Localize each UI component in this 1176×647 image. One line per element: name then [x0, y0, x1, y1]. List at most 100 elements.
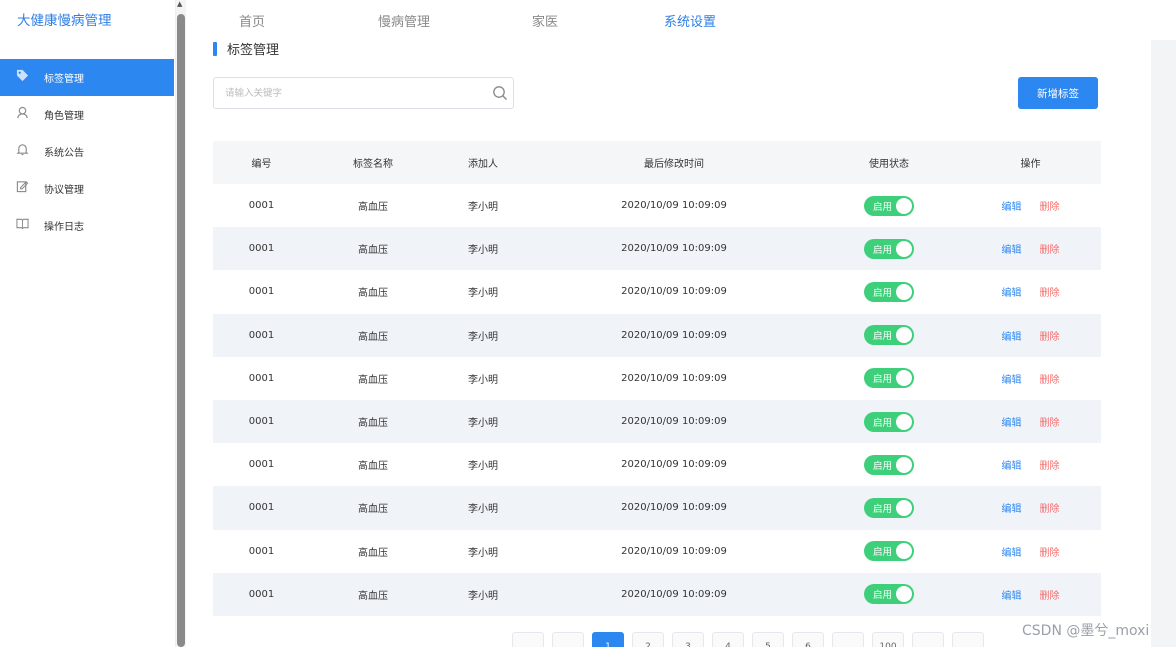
sidebar-item-tag-management[interactable]: 标签管理	[0, 59, 174, 96]
cell-modified-time: 2020/10/09 10:09:09	[621, 286, 727, 298]
edit-link[interactable]: 编辑	[1002, 418, 1022, 429]
cell-actions: 编辑 删除	[960, 184, 1101, 227]
delete-link[interactable]: 删除	[1040, 504, 1060, 515]
search-input[interactable]	[225, 78, 485, 108]
status-toggle[interactable]: 启用	[864, 584, 914, 605]
cell-actions: 编辑 删除	[960, 443, 1101, 486]
toggle-label: 启用	[873, 287, 893, 299]
page-title-text: 标签管理	[227, 43, 280, 58]
cell-status: 启用	[818, 573, 960, 616]
edit-link[interactable]: 编辑	[1002, 548, 1022, 559]
delete-link[interactable]: 删除	[1040, 418, 1060, 429]
delete-link[interactable]: 删除	[1040, 591, 1060, 602]
sidebar-item-role-management[interactable]: 角色管理	[0, 96, 174, 133]
cell-id: 0001	[248, 416, 275, 428]
scroll-up-arrow-icon[interactable]: ▲	[177, 0, 182, 8]
delete-link[interactable]: 删除	[1040, 332, 1060, 343]
status-toggle[interactable]: 启用	[864, 195, 914, 216]
pagination-button[interactable]: 1	[592, 632, 624, 647]
cell-actions: 编辑 删除	[960, 227, 1101, 270]
edit-link[interactable]: 编辑	[1002, 504, 1022, 515]
search-icon[interactable]	[492, 85, 508, 101]
toggle-label: 启用	[873, 590, 893, 602]
status-toggle[interactable]: 启用	[864, 497, 914, 518]
table-body: 0001 高血压 李小明 2020/10/09 10:09:09 启用 编辑 删除 0001 高…	[213, 184, 1101, 616]
tab-chronic-disease[interactable]: 慢病管理	[378, 11, 430, 30]
sidebar-scrollbar[interactable]: ▲	[176, 0, 186, 647]
cell-actions: 编辑 删除	[960, 486, 1101, 529]
column-header: 操作	[1020, 159, 1041, 170]
pagination-button[interactable]: 6	[792, 632, 824, 647]
cell-id: 0001	[248, 545, 275, 557]
search-box	[213, 77, 514, 109]
status-toggle[interactable]: 启用	[864, 454, 914, 475]
cell-tag-name: 高血压	[358, 331, 388, 343]
cell-modified-time: 2020/10/09 10:09:09	[621, 243, 727, 255]
cell-modified-time: 2020/10/09 10:09:09	[621, 416, 727, 428]
delete-link[interactable]: 删除	[1040, 461, 1060, 472]
toggle-knob	[896, 413, 912, 430]
status-toggle[interactable]: 启用	[864, 281, 914, 302]
edit-document-icon	[0, 180, 44, 197]
cell-status: 启用	[818, 400, 960, 443]
toggle-knob	[896, 370, 912, 387]
pagination-button[interactable]	[832, 632, 864, 647]
tab-home[interactable]: 首页	[239, 11, 265, 30]
edit-link[interactable]: 编辑	[1002, 202, 1022, 213]
edit-link[interactable]: 编辑	[1002, 332, 1022, 343]
pagination-button[interactable]	[552, 632, 584, 647]
column-header: 标签名称	[353, 159, 393, 170]
pagination-button[interactable]: 5	[752, 632, 784, 647]
cell-modified-time: 2020/10/09 10:09:09	[621, 502, 727, 514]
sidebar-item-agreements[interactable]: 协议管理	[0, 170, 174, 207]
tab-system-settings[interactable]: 系统设置	[664, 11, 716, 30]
pagination-button[interactable]	[512, 632, 544, 647]
toggle-label: 启用	[873, 503, 893, 515]
sidebar-item-announcements[interactable]: 系统公告	[0, 133, 174, 170]
cell-modified-time: 2020/10/09 10:09:09	[621, 588, 727, 600]
edit-link[interactable]: 编辑	[1002, 461, 1022, 472]
toggle-knob	[896, 586, 912, 603]
edit-link[interactable]: 编辑	[1002, 591, 1022, 602]
status-toggle[interactable]: 启用	[864, 325, 914, 346]
cell-tag-name: 高血压	[358, 504, 388, 516]
delete-link[interactable]: 删除	[1040, 548, 1060, 559]
cell-creator: 李小明	[468, 461, 498, 473]
delete-link[interactable]: 删除	[1040, 375, 1060, 386]
app-brand: 大健康慢病管理	[17, 13, 112, 29]
cell-id: 0001	[248, 502, 275, 514]
delete-link[interactable]: 删除	[1040, 245, 1060, 256]
pagination-button[interactable]: 3	[672, 632, 704, 647]
cell-modified-time: 2020/10/09 10:09:09	[621, 459, 727, 471]
tag-table: 编号 标签名称 添加人 最后修改时间 使用状态 操作 0001 高血压 李小明 202…	[213, 141, 1101, 616]
pagination-button[interactable]: 4	[712, 632, 744, 647]
table-row: 0001 高血压 李小明 2020/10/09 10:09:09 启用 编辑 删除	[213, 313, 1101, 357]
table-row: 0001 高血压 李小明 2020/10/09 10:09:09 启用 编辑 删除	[213, 357, 1101, 400]
delete-link[interactable]: 删除	[1040, 288, 1060, 299]
status-toggle[interactable]: 启用	[864, 411, 914, 432]
edit-link[interactable]: 编辑	[1002, 375, 1022, 386]
sidebar-item-label: 标签管理	[44, 74, 84, 85]
pagination-button[interactable]	[952, 632, 984, 647]
edit-link[interactable]: 编辑	[1002, 288, 1022, 299]
page-title: 标签管理	[213, 39, 279, 58]
sidebar-item-operation-log[interactable]: 操作日志	[0, 207, 174, 244]
toggle-knob	[896, 197, 912, 214]
cell-status: 启用	[818, 443, 960, 486]
status-toggle[interactable]: 启用	[864, 541, 914, 562]
add-tag-button[interactable]: 新增标签	[1018, 77, 1098, 109]
pagination-button[interactable]: 100	[872, 632, 904, 647]
book-icon	[0, 217, 44, 234]
status-toggle[interactable]: 启用	[864, 238, 914, 259]
tab-family-doctor[interactable]: 家医	[532, 11, 558, 30]
delete-link[interactable]: 删除	[1040, 202, 1060, 213]
status-toggle[interactable]: 启用	[864, 368, 914, 389]
scrollbar-thumb[interactable]	[177, 14, 185, 647]
pagination-button[interactable]	[912, 632, 944, 647]
cell-creator: 李小明	[468, 288, 498, 300]
cell-tag-name: 高血压	[358, 590, 388, 602]
edit-link[interactable]: 编辑	[1002, 245, 1022, 256]
cell-status: 启用	[818, 486, 960, 529]
cell-modified-time: 2020/10/09 10:09:09	[621, 200, 727, 212]
pagination-button[interactable]: 2	[632, 632, 664, 647]
